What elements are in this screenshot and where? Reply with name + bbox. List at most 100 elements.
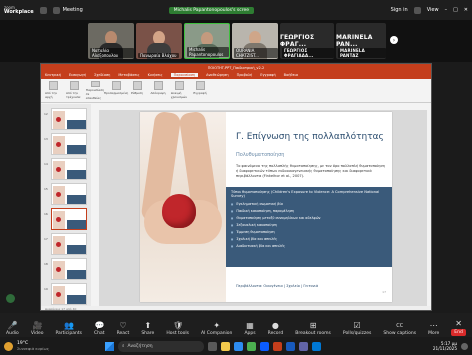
chat-button[interactable]: 💬 Chat — [94, 322, 105, 337]
ribbon-record-button[interactable]: Εγγραφή — [192, 81, 208, 100]
next-participants-icon[interactable]: › — [390, 36, 398, 44]
zoom-meeting-controls: 🎤 Audio 🎥 Video 👥 Participants 💬 Chat ♡ React… — [0, 313, 472, 337]
victimization-types-panel: Τύποι θυματοποίησης (Children's Exposure… — [226, 187, 392, 267]
taskbar-search[interactable]: ⌕ Αναζήτηση — [117, 340, 204, 352]
end-button[interactable]: ✕ End — [451, 320, 466, 336]
tab-slideshow[interactable]: Παρουσίαση — [170, 73, 199, 77]
windows-start-icon[interactable] — [104, 341, 114, 351]
ppt-ribbon-tabs: Κεντρική Εισαγωγή Σχεδίαση Μεταβάσεις Κι… — [41, 71, 431, 79]
tab-review[interactable]: Αναθεώρηση — [206, 73, 229, 77]
profile-icon[interactable] — [413, 6, 421, 14]
meeting-icon — [52, 6, 60, 14]
participant-tile[interactable]: ΓΕΩΡΓΙΟΣ ΦΡΑΓ... ΓΕΩΡΓΙΟΣ ΦΡΑΓΙΑΔΑ... — [280, 23, 334, 59]
teams-icon[interactable] — [298, 341, 308, 351]
ribbon-custom-button[interactable]: Προσαρμοσμένη — [104, 81, 128, 100]
current-slide[interactable]: Γ. Επίγνωση της πολλαπλότητας Πολυθυματο… — [140, 112, 392, 302]
participant-display-name: ΓΕΩΡΓΙΟΣ ΦΡΑΓ... — [280, 34, 315, 48]
slide-thumbnail[interactable] — [51, 233, 87, 255]
powerpoint-icon[interactable] — [272, 341, 282, 351]
slide-thumbnail-selected[interactable] — [51, 208, 87, 230]
zoom-app-icon[interactable] — [259, 341, 269, 351]
slide-thumbnail[interactable] — [51, 133, 87, 155]
participant-tile[interactable]: Πανωραία Βλάχου — [136, 23, 182, 59]
close-icon[interactable]: ✕ — [464, 7, 468, 13]
breakout-rooms-button[interactable]: ⊞ Breakout rooms — [295, 322, 331, 337]
participant-strip: Ναταλία Αλεξοπουλου Πανωραία Βλάχου Mich… — [0, 20, 472, 62]
shared-screen-indicator[interactable]: Michalis Papantonopoulos's scree — [168, 6, 255, 14]
weather-icon — [4, 341, 13, 351]
record-button[interactable]: ● Record — [268, 322, 284, 337]
ribbon-from-current-button[interactable]: Από την τρέχουσα — [66, 81, 82, 100]
list-item: Θυματοποίηση μεταξύ συνομηλίκων και αδελ… — [231, 215, 387, 222]
ppt-title-bar: ΠΟΙΟΤΗΤ.PPT_Παιδιατρική_v2-2 — [41, 64, 431, 71]
shield-icon[interactable] — [39, 6, 47, 14]
task-view-icon[interactable] — [207, 341, 217, 351]
captions-button[interactable]: CC Show captions — [383, 322, 416, 336]
polls-button[interactable]: ☑ Polls/quizzes — [343, 321, 371, 337]
weather-widget[interactable]: 19°C Συννεφιά κυρίως — [17, 341, 49, 351]
slide-thumbnail[interactable] — [51, 258, 87, 280]
apps-button[interactable]: ▦ Apps — [244, 322, 255, 337]
shield-icon: 🛡 — [173, 321, 184, 330]
tab-view[interactable]: Προβολή — [237, 73, 253, 77]
slide-thumbnail[interactable] — [51, 108, 87, 130]
participant-tile-active[interactable]: Michalis Papantonopoulos — [184, 23, 230, 59]
hands-heart-photo — [140, 112, 226, 302]
word-icon[interactable] — [285, 341, 295, 351]
microphone-icon: 🎤 — [7, 321, 18, 330]
participants-button[interactable]: 👥 Participants — [56, 322, 82, 337]
shared-powerpoint-window: ΠΟΙΟΤΗΤ.PPT_Παιδιατρική_v2-2 Κεντρική Ει… — [40, 63, 432, 311]
meeting-menu[interactable]: Meeting — [52, 6, 83, 14]
ribbon-hide-button[interactable]: Απόκρυψη — [150, 81, 166, 100]
slide-editing-canvas: Γ. Επίγνωση της πολλαπλότητας Πολυθυματο… — [99, 110, 427, 306]
slideshow-icon — [69, 81, 79, 90]
security-badge-icon[interactable] — [6, 294, 15, 303]
participant-name: ΓΕΩΡΓΙΟΣ ΦΡΑΓΙΑΔΑ... — [282, 48, 334, 58]
slide-thumbnail[interactable] — [51, 283, 87, 305]
edge-icon[interactable] — [233, 341, 243, 351]
audio-button[interactable]: 🎤 Audio — [6, 321, 19, 337]
more-button[interactable]: ⋯ More — [428, 321, 439, 337]
file-explorer-icon[interactable] — [220, 341, 230, 351]
outlook-icon[interactable] — [311, 341, 321, 351]
participant-tile[interactable]: MARINELA PAN... MARINELA PANTAZ — [336, 23, 386, 59]
slide-body-text: Το φαινόμενο της πολλαπλής θυματοποίησης… — [236, 164, 385, 179]
video-button[interactable]: 🎥 Video — [31, 322, 44, 337]
sparkle-icon: ✦ — [213, 321, 221, 330]
slide-thumbnail[interactable] — [51, 158, 87, 180]
share-icon: ⬆ — [144, 321, 152, 330]
tab-design[interactable]: Σχεδίαση — [94, 73, 110, 77]
tab-insert[interactable]: Εισαγωγή — [69, 73, 86, 77]
meeting-label: Meeting — [62, 7, 83, 13]
tab-transitions[interactable]: Μεταβάσεις — [118, 73, 139, 77]
participant-display-name: MARINELA PAN... — [336, 34, 373, 48]
maximize-icon[interactable]: □ — [453, 7, 458, 13]
poll-icon: ☑ — [353, 321, 361, 330]
participant-tile[interactable]: OURANIA CHATZIST... — [232, 23, 278, 59]
tab-record[interactable]: Εγγραφή — [260, 73, 275, 77]
chrome-icon[interactable] — [246, 341, 256, 351]
participant-tile[interactable]: Ναταλία Αλεξοπουλου — [88, 23, 134, 59]
system-clock[interactable]: 5:17 μμ 21/11/2025 — [433, 341, 457, 351]
share-button[interactable]: ⬆ Share — [141, 321, 154, 337]
view-button[interactable]: View — [427, 7, 439, 13]
heart-icon — [56, 292, 61, 297]
slide-subtitle: Πολυθυματοποίηση — [236, 152, 285, 158]
heart-icon — [56, 142, 61, 147]
minimize-icon[interactable]: – — [445, 7, 448, 13]
ribbon-rehearse-button[interactable]: Δοκιμή χρονισμών — [171, 81, 187, 100]
notification-icon[interactable] — [461, 342, 468, 350]
ribbon-from-beginning-button[interactable]: Από την αρχή — [45, 81, 61, 100]
host-tools-button[interactable]: 🛡 Host tools — [166, 321, 189, 337]
ribbon-present-online-button[interactable]: Παρουσίαση σε απευθείας — [86, 81, 104, 100]
react-button[interactable]: ♡ React — [117, 322, 130, 337]
list-item: Παιδική κακοποίηση, παραμέληση — [231, 208, 387, 215]
ai-companion-button[interactable]: ✦ AI Companion — [201, 321, 232, 337]
more-icon: ⋯ — [429, 321, 438, 330]
tab-home[interactable]: Κεντρική — [45, 73, 61, 77]
ribbon-setup-button[interactable]: Ρύθμιση — [129, 81, 145, 100]
sign-in-button[interactable]: Sign in — [391, 7, 408, 13]
slide-thumbnail[interactable] — [51, 183, 87, 205]
tab-help[interactable]: Βοήθεια — [284, 73, 298, 77]
tab-animations[interactable]: Κινήσεις — [148, 73, 163, 77]
